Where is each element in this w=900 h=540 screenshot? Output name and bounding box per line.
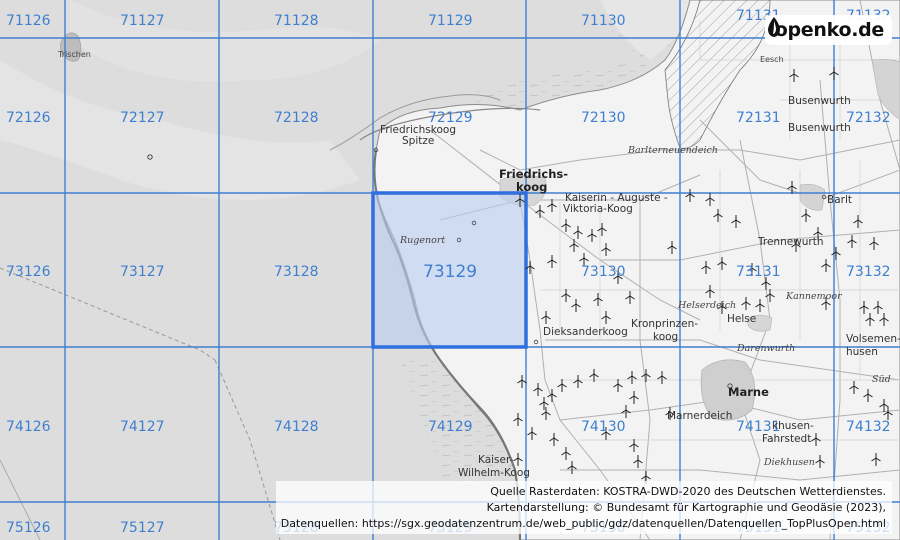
grid-cell-label: 72130 (581, 110, 626, 126)
grid-cell-label: 71127 (120, 13, 165, 29)
grid-cell-label: 74130 (581, 419, 626, 435)
highlighted-cell-label: 73129 (423, 262, 477, 282)
grid-cell-label: 73131 (736, 264, 781, 280)
grid-cell-label: 72128 (274, 110, 319, 126)
place-label-kaiserin-auguste-viktoria-koog: Viktoria-Koog (563, 203, 633, 215)
grid-cell-label: 73126 (6, 264, 51, 280)
place-label-kaiser-wilhelm-koog: Kaiser- (478, 454, 514, 466)
grid-cell-label: 71129 (428, 13, 473, 29)
place-label-fahrstedt: Fahrstedt (762, 433, 811, 445)
grid-cell-label: 75126 (6, 520, 51, 536)
grid-cell-label: 73132 (846, 264, 891, 280)
place-label-helserdeich: Helserdeich (677, 300, 736, 311)
place-label-barlt: Barlt (827, 194, 852, 206)
map-view[interactable]: 71126 71127 71128 71129 71130 71131 7113… (0, 0, 900, 540)
grid-cell-label: 74132 (846, 419, 891, 435)
attribution-source-line: Quelle Rasterdaten: KOSTRA-DWD-2020 des … (490, 485, 886, 498)
place-label-dieksanderkoog: Dieksanderkoog (543, 326, 628, 338)
place-label-volsemenhusen: husen (846, 346, 878, 358)
place-label-helse: Helse (727, 313, 756, 325)
place-label-fahrstedt: khusen- (772, 420, 814, 432)
grid-cell-label: 73127 (120, 264, 165, 280)
grid-cell-label: 74129 (428, 419, 473, 435)
pen-icon (767, 17, 780, 37)
attribution-box: Quelle Rasterdaten: KOSTRA-DWD-2020 des … (276, 481, 892, 534)
place-label-marne: Marne (728, 385, 769, 399)
map-canvas: 71126 71127 71128 71129 71130 71131 7113… (0, 0, 900, 540)
grid-cell-label: 71126 (6, 13, 51, 29)
place-label-marnerdeich: Marnerdeich (667, 410, 732, 422)
place-label-friedrichskoog: Friedrichs- (499, 167, 568, 181)
grid-cell-label: 72126 (6, 110, 51, 126)
grid-cell-label: 74127 (120, 419, 165, 435)
place-label-barlterneuendeich: Barlterneuendeich (627, 145, 718, 156)
attribution-copyright-line: Kartendarstellung: © Bundesamt für Karto… (486, 501, 886, 514)
place-label-trennewurth: Trennewurth (757, 236, 824, 248)
place-label-kannemoor: Kannemoor (785, 291, 843, 302)
place-label-rugenort: Rugenort (399, 235, 445, 246)
brand-name: openko.de (774, 19, 885, 41)
grid-cell-label: 71130 (581, 13, 626, 29)
grid-cell-label: 71128 (274, 13, 319, 29)
place-label-kronprinzenkoog: Kronprinzen- (631, 318, 698, 330)
place-label-volsemenhusen: Volsemen- (846, 333, 900, 345)
grid-cell-label: 72127 (120, 110, 165, 126)
place-label-diekhusen: Diekhusen (763, 457, 815, 468)
attribution-data-sources-line: Datenquellen: https://sgx.geodatenzentru… (280, 517, 886, 530)
place-label-kaiser-wilhelm-koog: Wilhelm-Koog (458, 467, 530, 479)
grid-cell-label: 73128 (274, 264, 319, 280)
brand-logo[interactable]: openko.de (764, 15, 892, 45)
place-label-trischen: Trischen (57, 50, 91, 59)
place-label-sud: Süd (872, 374, 891, 385)
grid-cell-label: 74128 (274, 419, 319, 435)
place-label-eesch: Eesch (760, 55, 784, 64)
place-label-friedrichskoog: koog (516, 180, 547, 194)
grid-cell-label: 75127 (120, 520, 165, 536)
place-label-darenwurth: Darenwurth (736, 343, 795, 354)
place-label-kronprinzenkoog: koog (653, 331, 678, 343)
grid-cell-label: 72132 (846, 110, 891, 126)
place-label-busenwurth: Busenwurth (788, 95, 851, 107)
grid-cell-label: 74126 (6, 419, 51, 435)
grid-cell-label: 72131 (736, 110, 781, 126)
place-label-friedrichskoog-spitze: Spitze (402, 135, 434, 147)
place-label-busenwurth: Busenwurth (788, 122, 851, 134)
grid-cell-label: 73130 (581, 264, 626, 280)
